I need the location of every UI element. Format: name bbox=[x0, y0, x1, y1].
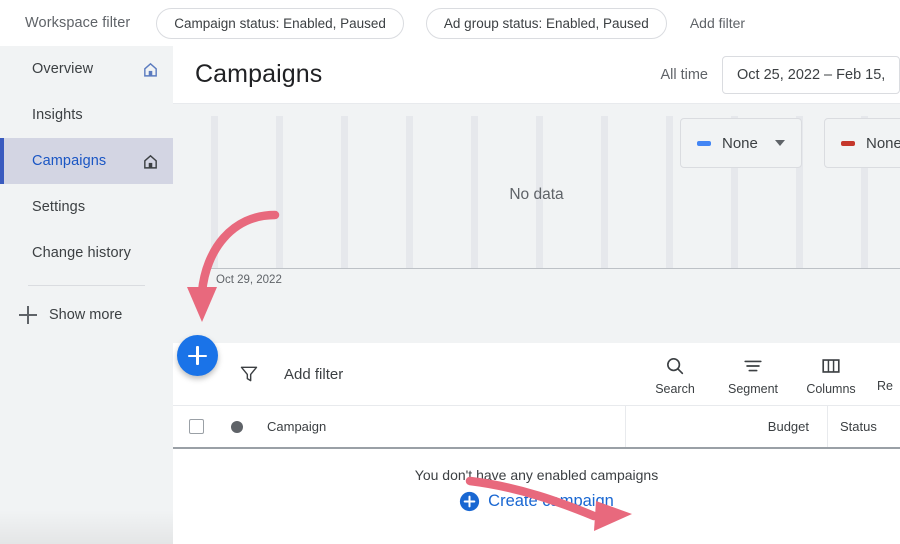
workspace-filter-label: Workspace filter bbox=[25, 15, 131, 31]
segment-button[interactable]: Segment bbox=[714, 353, 792, 396]
plus-circle-icon bbox=[459, 491, 480, 512]
main-content: Campaigns All time Oct 25, 2022 – Feb 15… bbox=[173, 46, 900, 544]
table-toolbar: Add filter Search Segment Columns Re bbox=[173, 343, 900, 405]
column-header-budget[interactable]: Budget bbox=[625, 406, 827, 447]
table-empty-state: You don't have any enabled campaigns Cre… bbox=[173, 449, 900, 544]
select-all-checkbox-cell[interactable] bbox=[173, 419, 219, 434]
sidebar-item-overview[interactable]: Overview bbox=[0, 46, 173, 92]
date-range-controls: All time Oct 25, 2022 – Feb 15, bbox=[660, 55, 900, 94]
metric-selector-primary[interactable]: None bbox=[680, 118, 802, 168]
reports-label: Re bbox=[877, 378, 893, 393]
columns-icon bbox=[820, 355, 842, 377]
metric-selector-secondary[interactable]: None bbox=[824, 118, 900, 168]
home-icon bbox=[142, 153, 159, 170]
sidebar-divider bbox=[28, 285, 145, 286]
column-header-status[interactable]: Status bbox=[827, 406, 900, 447]
sidebar-item-label: Settings bbox=[32, 199, 86, 215]
status-dot-icon bbox=[231, 420, 243, 433]
sidebar-item-settings[interactable]: Settings bbox=[0, 184, 173, 230]
columns-button[interactable]: Columns bbox=[792, 353, 870, 396]
sidebar-nav: Overview Insights Campaigns Settings Cha… bbox=[0, 46, 173, 544]
sidebar-item-label: Overview bbox=[32, 61, 94, 77]
add-filter-button-top[interactable]: Add filter bbox=[690, 15, 745, 31]
workspace-filter-bar: Workspace filter Campaign status: Enable… bbox=[0, 0, 900, 46]
chart-x-tick-label: Oct 29, 2022 bbox=[216, 274, 282, 286]
columns-label: Columns bbox=[806, 381, 856, 396]
search-label: Search bbox=[655, 381, 695, 396]
sidebar-bottom-shadow bbox=[0, 510, 173, 544]
chart-bottom-strip bbox=[173, 298, 900, 343]
search-button[interactable]: Search bbox=[636, 353, 714, 396]
chart-x-axis bbox=[211, 268, 900, 269]
create-campaign-button[interactable]: Create campaign bbox=[459, 491, 614, 512]
status-dot-column-header bbox=[219, 420, 255, 433]
sidebar-item-campaigns[interactable]: Campaigns bbox=[0, 138, 173, 184]
page-title: Campaigns bbox=[195, 60, 323, 88]
sidebar-item-label: Campaigns bbox=[32, 153, 107, 169]
show-more-label: Show more bbox=[49, 307, 123, 323]
all-time-label[interactable]: All time bbox=[660, 67, 708, 83]
metric-selectors: None None bbox=[680, 118, 900, 168]
search-icon bbox=[664, 355, 686, 377]
sidebar-item-label: Change history bbox=[32, 245, 131, 261]
metric-selector-label: None bbox=[722, 134, 758, 152]
chevron-down-icon bbox=[775, 140, 785, 146]
checkbox-icon[interactable] bbox=[188, 419, 204, 434]
segment-label: Segment bbox=[727, 381, 779, 396]
page-header: Campaigns All time Oct 25, 2022 – Feb 15… bbox=[173, 46, 900, 104]
table-tool-group: Search Segment Columns Re bbox=[636, 353, 900, 396]
empty-state-message: You don't have any enabled campaigns bbox=[414, 467, 659, 483]
metric-color-swatch-blue bbox=[697, 140, 711, 146]
date-range-picker[interactable]: Oct 25, 2022 – Feb 15, bbox=[722, 55, 900, 94]
column-header-campaign[interactable]: Campaign bbox=[255, 419, 625, 434]
sidebar-item-change-history[interactable]: Change history bbox=[0, 230, 173, 276]
sidebar-item-label: Insights bbox=[32, 107, 83, 123]
table-header-row: Campaign Budget Status bbox=[173, 405, 900, 449]
metric-color-swatch-red bbox=[841, 140, 855, 146]
campaigns-table: Add filter Search Segment Columns Re Cam… bbox=[173, 343, 900, 544]
reports-button[interactable]: Re bbox=[870, 353, 900, 393]
plus-icon bbox=[17, 304, 39, 326]
chart-no-data-label: No data bbox=[509, 186, 564, 203]
performance-chart-card: No data Oct 29, 2022 None None bbox=[173, 104, 900, 343]
home-icon bbox=[142, 61, 159, 78]
create-campaign-label: Create campaign bbox=[488, 492, 614, 510]
sidebar-item-insights[interactable]: Insights bbox=[0, 92, 173, 138]
filter-chip-campaign-status[interactable]: Campaign status: Enabled, Paused bbox=[156, 7, 404, 39]
filter-chip-ad-group-status[interactable]: Ad group status: Enabled, Paused bbox=[425, 7, 667, 39]
new-campaign-fab[interactable] bbox=[177, 335, 218, 376]
metric-selector-label: None bbox=[866, 134, 900, 152]
add-filter-button-table[interactable]: Add filter bbox=[284, 366, 343, 383]
show-more-button[interactable]: Show more bbox=[0, 295, 173, 335]
google-ads-campaigns-screen: Workspace filter Campaign status: Enable… bbox=[0, 0, 900, 544]
segment-icon bbox=[742, 355, 764, 377]
